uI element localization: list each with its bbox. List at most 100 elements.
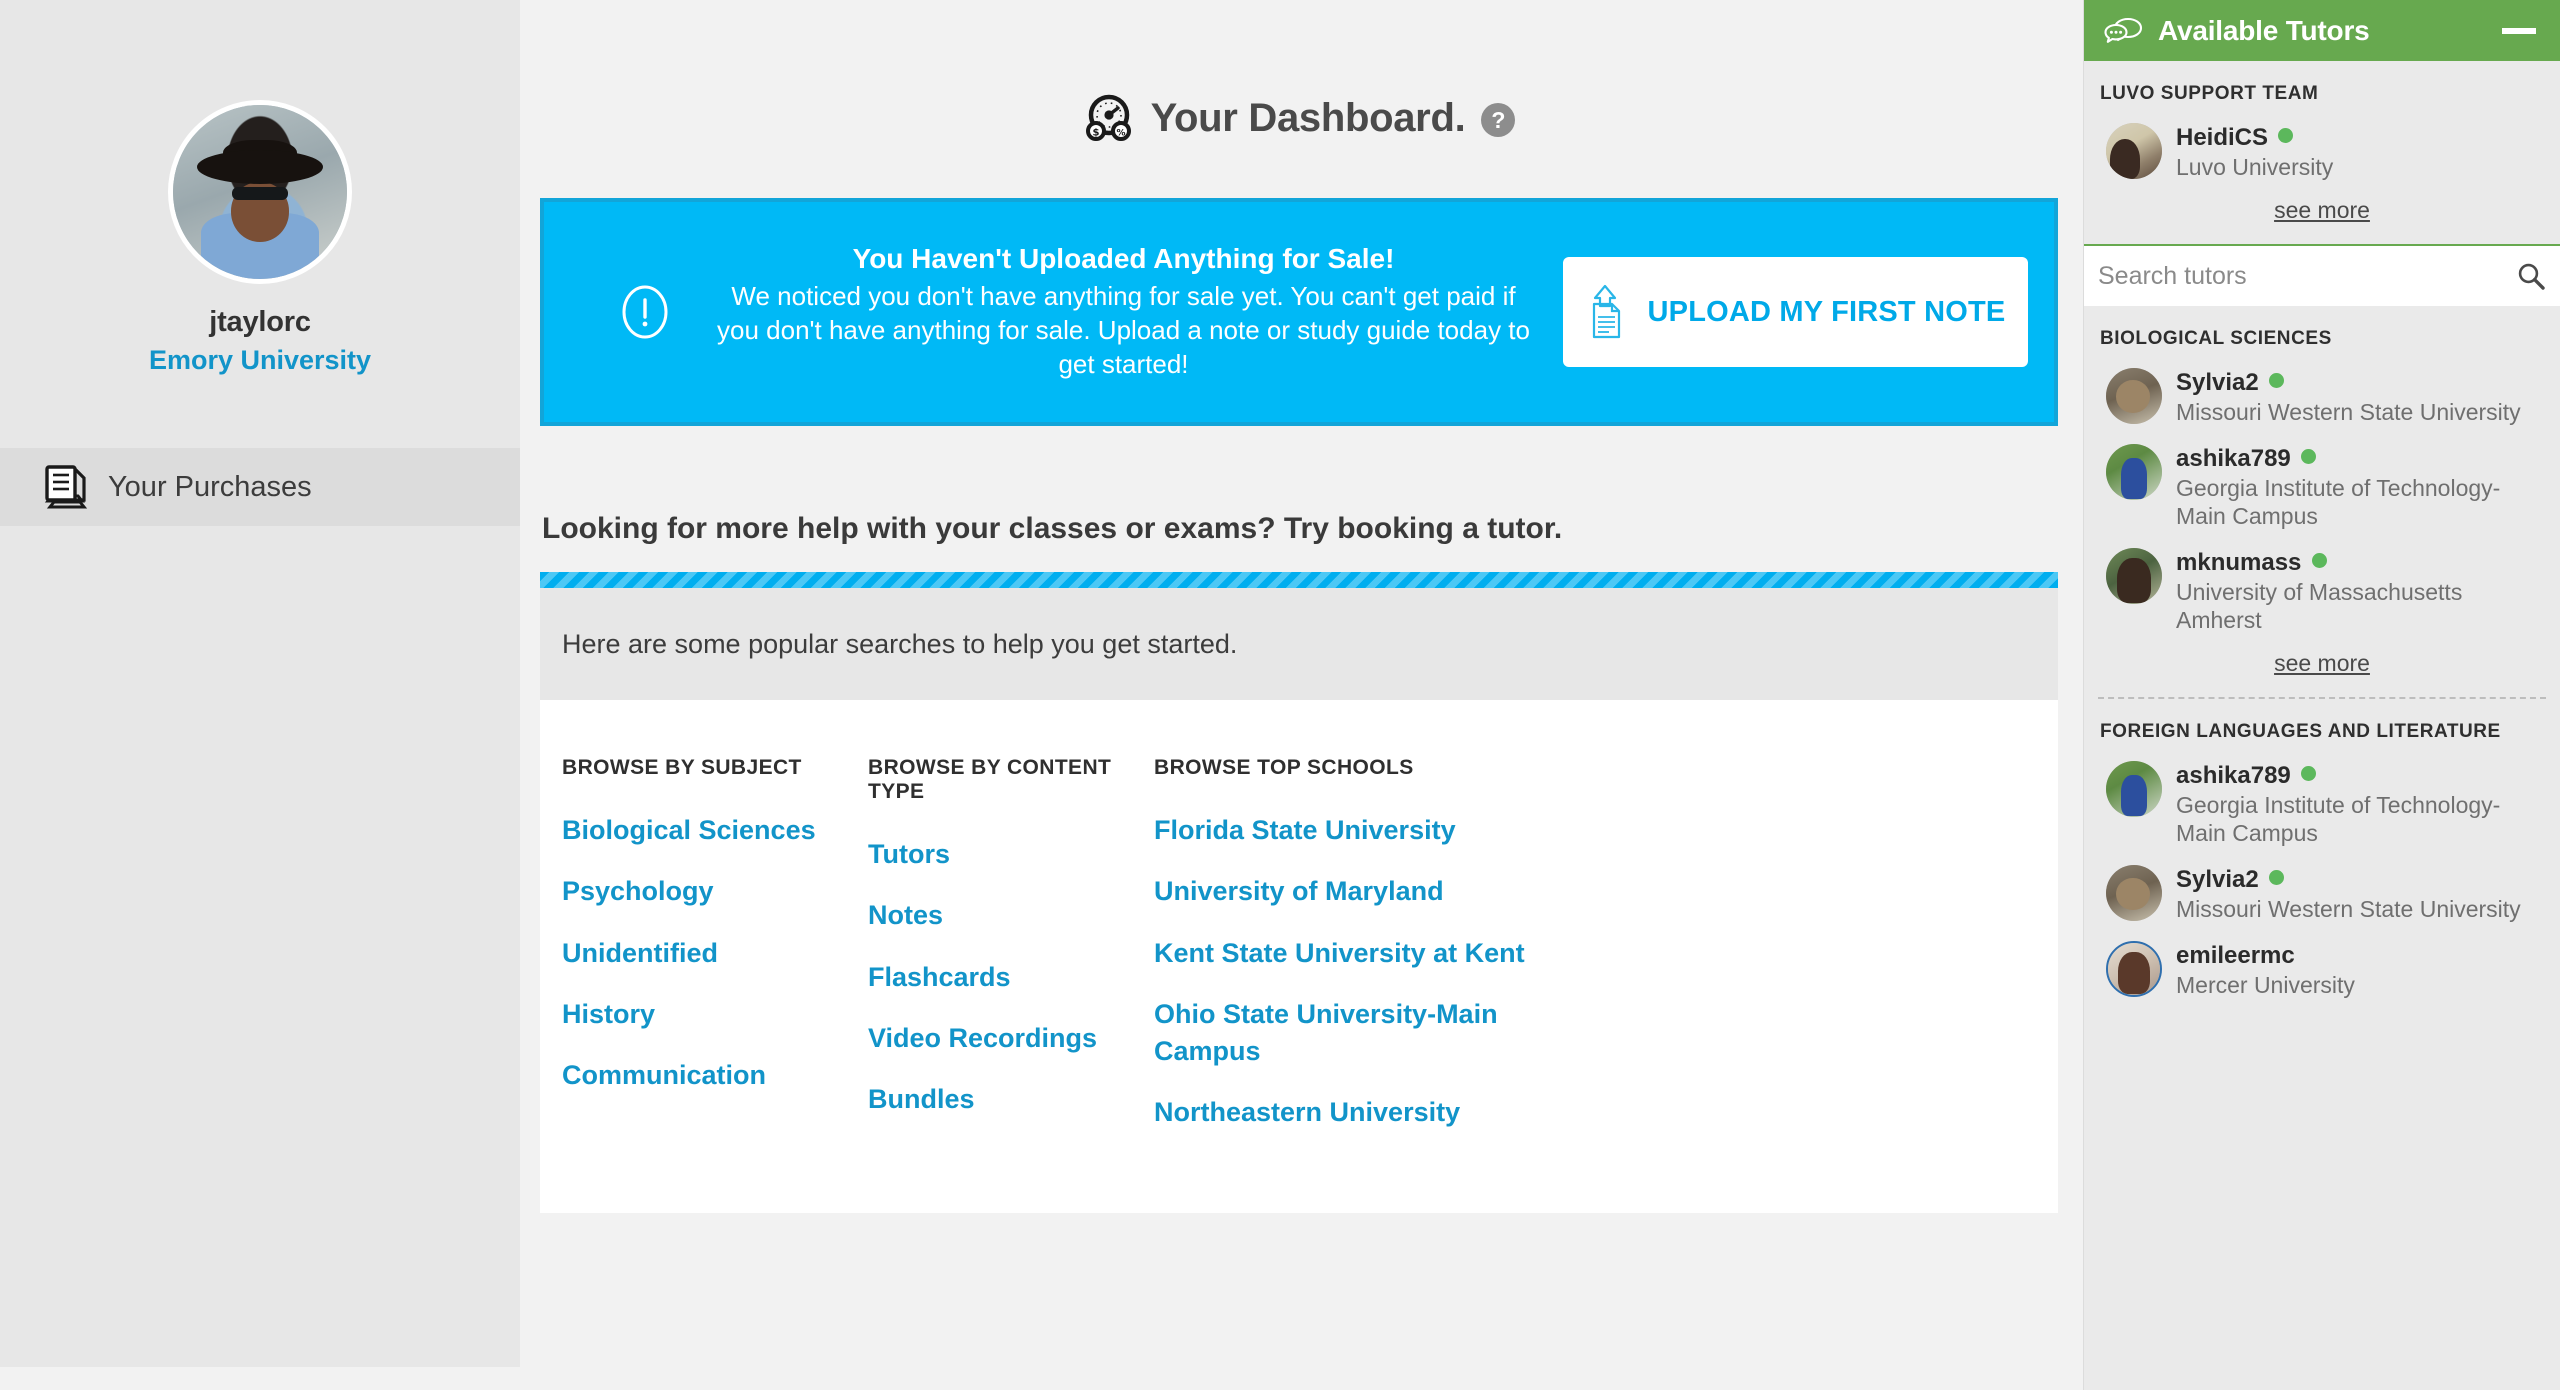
sidebar-item-label: Your Purchases <box>108 470 312 503</box>
upload-alert-banner: You Haven't Uploaded Anything for Sale! … <box>540 198 2058 426</box>
search-icon[interactable] <box>2516 261 2546 291</box>
tutor-panel-header: Available Tutors <box>2084 0 2560 61</box>
browse-link[interactable]: Communication <box>562 1057 868 1094</box>
dashboard-page: jtaylorc Emory University Your Purchases… <box>0 0 2560 1390</box>
browse-link[interactable]: University of Maryland <box>1154 873 1574 910</box>
browse-column-subject: BROWSE BY SUBJECT Biological Sciences Ps… <box>562 756 868 1213</box>
upload-my-first-note-button[interactable]: UPLOAD MY FIRST NOTE <box>1563 257 2028 367</box>
minimize-icon[interactable] <box>2502 27 2536 34</box>
avatar <box>168 100 352 284</box>
tutor-section-luvo-support-team: LUVO SUPPORT TEAM HeidiCS Luvo Universit… <box>2084 61 2560 244</box>
help-icon[interactable]: ? <box>1481 103 1516 137</box>
browse-column-heading: BROWSE BY CONTENT TYPE <box>868 756 1112 803</box>
browse-link[interactable]: Video Recordings <box>868 1020 1154 1057</box>
tutor-school: Missouri Western State University <box>2176 399 2521 426</box>
browse-link[interactable]: Biological Sciences <box>562 812 868 849</box>
documents-stack-icon <box>40 462 108 512</box>
tutor-section-heading: FOREIGN LANGUAGES AND LITERATURE <box>2100 721 2501 743</box>
browse-column-heading: BROWSE TOP SCHOOLS <box>1154 756 1414 779</box>
left-sidebar: jtaylorc Emory University Your Purchases <box>0 0 520 1367</box>
see-more-row: see more <box>2084 181 2560 244</box>
browse-link[interactable]: Tutors <box>868 836 1154 873</box>
online-status-indicator <box>2301 766 2317 782</box>
chat-bubbles-icon <box>2104 16 2144 46</box>
online-status-indicator <box>2278 128 2294 143</box>
online-status-indicator <box>2311 553 2327 569</box>
tutor-avatar-emileermc <box>2106 941 2162 998</box>
browse-column-content-type: BROWSE BY CONTENT TYPE Tutors Notes Flas… <box>868 756 1154 1213</box>
tutor-name: emileermc <box>2176 942 2295 970</box>
online-status-indicator <box>2269 373 2285 389</box>
tutor-school: Luvo University <box>2176 154 2334 180</box>
see-more-link[interactable]: see more <box>2274 650 2370 676</box>
see-more-row: see more <box>2084 634 2560 697</box>
browse-link[interactable]: Northeastern University <box>1154 1094 1574 1131</box>
upload-button-label: UPLOAD MY FIRST NOTE <box>1647 295 2006 328</box>
sidebar-item-your-purchases[interactable]: Your Purchases <box>0 448 520 526</box>
alert-heading: You Haven't Uploaded Anything for Sale! <box>852 242 1395 274</box>
tutor-promo-prompt: Looking for more help with your classes … <box>542 512 1563 545</box>
page-title: Your Dashboard. <box>1150 95 1466 140</box>
tutor-section-heading: LUVO SUPPORT TEAM <box>2100 83 2319 104</box>
profile-username: jtaylorc <box>209 306 311 338</box>
tutor-name: ashika789 <box>2176 445 2291 473</box>
tutor-avatar-mknumass <box>2106 548 2162 605</box>
tutor-list-item[interactable]: HeidiCS Luvo University <box>2084 105 2560 181</box>
see-more-link[interactable]: see more <box>2274 197 2370 223</box>
browse-link[interactable]: Psychology <box>562 873 868 910</box>
browse-link[interactable]: History <box>562 996 868 1033</box>
tutor-avatar-sylvia2 <box>2106 865 2162 922</box>
browse-link[interactable]: Unidentified <box>562 935 868 972</box>
svg-text:%: % <box>1116 129 1125 139</box>
tutor-list-item[interactable]: Sylvia2 Missouri Western State Universit… <box>2084 847 2560 923</box>
browse-column-heading: BROWSE BY SUBJECT <box>562 756 802 779</box>
tutor-school: Georgia Institute of Technology-Main Cam… <box>2176 475 2501 530</box>
browse-link[interactable]: Ohio State University-Main Campus <box>1154 996 1574 1071</box>
alert-body: We noticed you don't have anything for s… <box>717 280 1530 380</box>
tutor-name: mknumass <box>2176 549 2302 577</box>
tutor-name: HeidiCS <box>2176 124 2269 151</box>
tutor-school: Missouri Western State University <box>2176 896 2521 923</box>
browse-card: BROWSE BY SUBJECT Biological Sciences Ps… <box>540 700 2058 1213</box>
browse-link[interactable]: Florida State University <box>1154 812 1574 849</box>
tutor-avatar-ashika789 <box>2106 761 2162 818</box>
page-title-row: $ % Your Dashboard. ? <box>540 0 2058 144</box>
profile-block: jtaylorc Emory University <box>0 0 520 376</box>
online-status-indicator <box>2301 449 2317 465</box>
tutor-avatar-sylvia2 <box>2106 368 2162 425</box>
main-content: $ % Your Dashboard. ? You Haven't Upload… <box>540 0 2058 1390</box>
browse-link[interactable]: Kent State University at Kent <box>1154 935 1574 972</box>
browse-link[interactable]: Bundles <box>868 1081 1154 1118</box>
tutor-school: Georgia Institute of Technology-Main Cam… <box>2176 792 2501 847</box>
tutor-panel-title: Available Tutors <box>2158 14 2370 46</box>
browse-link[interactable]: Notes <box>868 897 1154 934</box>
sidebar-nav: Your Purchases <box>0 448 520 526</box>
tutor-list-item[interactable]: ashika789 Georgia Institute of Technolog… <box>2084 426 2560 530</box>
tutor-avatar-heidics <box>2106 123 2162 179</box>
tutor-avatar-ashika789 <box>2106 444 2162 501</box>
svg-text:$: $ <box>1092 128 1099 139</box>
tutor-list-item[interactable]: ashika789 Georgia Institute of Technolog… <box>2084 743 2560 847</box>
tutor-list-item[interactable]: Sylvia2 Missouri Western State Universit… <box>2084 350 2560 426</box>
tutor-search-bar <box>2084 244 2560 307</box>
browse-column-top-schools: BROWSE TOP SCHOOLS Florida State Univers… <box>1154 756 1574 1213</box>
search-input[interactable] <box>2098 261 2516 291</box>
available-tutors-panel: Available Tutors LUVO SUPPORT TEAM Heidi… <box>2083 0 2560 1390</box>
profile-school-link[interactable]: Emory University <box>0 345 520 376</box>
tutor-school: University of Massachusetts Amherst <box>2176 579 2463 634</box>
tutor-list-item[interactable]: emileermc Mercer University <box>2084 923 2560 999</box>
tutor-list-item[interactable]: mknumass University of Massachusetts Amh… <box>2084 530 2560 634</box>
upload-document-icon <box>1586 284 1626 340</box>
tutor-name: Sylvia2 <box>2176 866 2259 894</box>
tutor-name: ashika789 <box>2176 762 2291 790</box>
exclamation-circle-icon <box>606 284 684 340</box>
tutor-section-biological-sciences: BIOLOGICAL SCIENCES Sylvia2 Missouri Wes… <box>2084 306 2560 697</box>
striped-divider <box>540 572 2058 588</box>
browse-link[interactable]: Flashcards <box>868 959 1154 996</box>
tutor-school: Mercer University <box>2176 972 2355 999</box>
online-status-indicator <box>2269 870 2285 886</box>
popular-searches-text: Here are some popular searches to help y… <box>562 628 1238 659</box>
tutor-section-heading: BIOLOGICAL SCIENCES <box>2100 328 2332 350</box>
alert-text-block: You Haven't Uploaded Anything for Sale! … <box>684 243 1563 382</box>
popular-searches-band: Here are some popular searches to help y… <box>540 588 2058 700</box>
